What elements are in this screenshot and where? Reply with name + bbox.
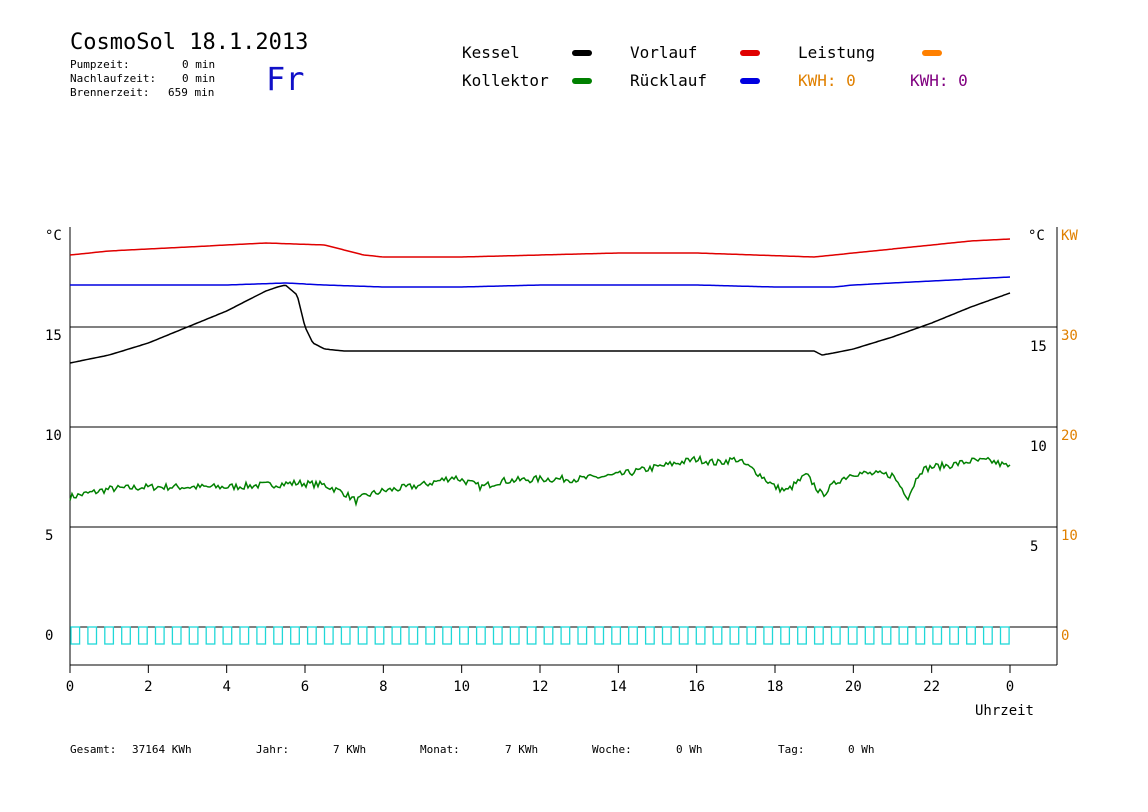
y-mid-tick-label: 10 (1030, 439, 1047, 455)
footer-gesamt-label: Gesamt: (70, 743, 117, 756)
y-right-tick-label: 30 (1061, 328, 1078, 344)
pump-pulse (746, 626, 757, 645)
pump-pulse (644, 626, 655, 645)
pump-pulse (357, 626, 368, 645)
pump-pulse (273, 626, 284, 645)
x-tick-label: 0 (66, 679, 74, 695)
pump-pulse (340, 626, 351, 645)
y-left-unit-label: °C (45, 228, 62, 244)
pump-pulse (678, 626, 689, 645)
pump-pulse (780, 626, 791, 645)
footer-monat-label: Monat: (420, 743, 460, 756)
pump-pulse (577, 626, 588, 645)
pump-pulse (661, 626, 672, 645)
series-line-kollektor (69, 454, 1011, 507)
pump-pulse (475, 626, 486, 645)
y-right-tick-label: 20 (1061, 428, 1078, 444)
pump-pulse (594, 626, 605, 645)
x-tick-label: 14 (610, 679, 627, 695)
pump-pulse (695, 626, 706, 645)
pump-pulse (205, 626, 216, 645)
y-right-unit-label: KW (1061, 228, 1078, 244)
footer-tag-value: 0 Wh (848, 743, 875, 756)
pump-pulse (171, 626, 182, 645)
y-right-tick-label: 10 (1061, 528, 1078, 544)
pump-pulse (543, 626, 554, 645)
pump-pulse (830, 626, 841, 645)
x-tick-label: 2 (144, 679, 152, 695)
y-left-tick-label: 10 (45, 428, 62, 444)
x-tick-label: 12 (532, 679, 549, 695)
pump-pulse (408, 626, 419, 645)
pump-pulse (881, 626, 892, 645)
pump-pulse (442, 626, 453, 645)
x-tick-label: 0 (1006, 679, 1014, 695)
pump-pulse (915, 626, 926, 645)
pump-pulse (526, 626, 537, 645)
x-tick-label: 8 (379, 679, 387, 695)
footer-woche-label: Woche: (592, 743, 632, 756)
y-left-tick-label: 15 (45, 328, 62, 344)
x-tick-label: 22 (923, 679, 940, 695)
temperature-chart: 0 5 10 15 5 10 15 0 10 20 30 °C °C KW 0 2 4 6 8 10 12 14 16 18 2… (45, 227, 1078, 719)
pump-pulse (982, 626, 993, 645)
pump-pulse (239, 626, 250, 645)
pump-pulse (847, 626, 858, 645)
pump-pulse (459, 626, 469, 645)
pump-pulse (70, 626, 81, 645)
pump-pulse (290, 626, 300, 645)
y-right-tick-label: 0 (1061, 628, 1069, 644)
series-line-ruecklauf (70, 276, 1011, 288)
x-axis-label: Uhrzeit (975, 703, 1034, 719)
pump-pulse (121, 626, 131, 645)
x-tick-label: 6 (301, 679, 309, 695)
footer-jahr-label: Jahr: (256, 743, 290, 756)
pump-pulse (374, 626, 385, 645)
pump-pulse (763, 626, 774, 645)
pump-pulse (729, 626, 740, 645)
y-mid-unit-label: °C (1028, 228, 1045, 244)
pump-pulse (104, 626, 115, 645)
footer-tag-label: Tag: (778, 743, 805, 756)
x-tick-label: 10 (453, 679, 470, 695)
pump-pulse (222, 626, 233, 645)
pump-pulse (932, 626, 943, 645)
pump-pulse (391, 626, 402, 645)
series-line-vorlauf (69, 238, 1011, 258)
pump-pulse (306, 626, 317, 645)
y-left-tick-label: 5 (45, 528, 53, 544)
x-tick-label: 4 (222, 679, 230, 695)
pump-pulse (492, 626, 503, 645)
pump-pulse (425, 626, 436, 645)
pump-pulse (611, 626, 622, 645)
x-tick-label: 18 (767, 679, 784, 695)
pump-pulse (560, 626, 571, 645)
pump-pulse (323, 626, 334, 645)
pump-pulse (966, 626, 976, 645)
series-line-kessel (69, 284, 1011, 364)
pump-pulse (797, 626, 807, 645)
pump-pulse (137, 626, 148, 645)
footer-gesamt-value: 37164 KWh (132, 743, 192, 756)
pump-pulse (949, 626, 960, 645)
pump-pulse (256, 626, 267, 645)
pump-pulse (813, 626, 824, 645)
x-tick-label: 20 (845, 679, 862, 695)
pump-pulse (188, 626, 199, 645)
pump-pulse (864, 626, 875, 645)
y-left-tick-label: 0 (45, 628, 53, 644)
pump-pulse (999, 626, 1010, 645)
footer-monat-value: 7 KWh (505, 743, 539, 756)
pump-pulse (509, 626, 520, 645)
footer-woche-value: 0 Wh (676, 743, 703, 756)
x-tick-label: 16 (688, 679, 705, 695)
y-mid-tick-label: 15 (1030, 339, 1047, 355)
footer-jahr-value: 7 KWh (333, 743, 367, 756)
pump-pulse (898, 626, 909, 645)
pump-pulse (712, 626, 723, 645)
pump-pulse (154, 626, 165, 645)
pump-pulse (87, 626, 98, 645)
y-mid-tick-label: 5 (1030, 539, 1038, 555)
pump-pulse (628, 626, 638, 645)
